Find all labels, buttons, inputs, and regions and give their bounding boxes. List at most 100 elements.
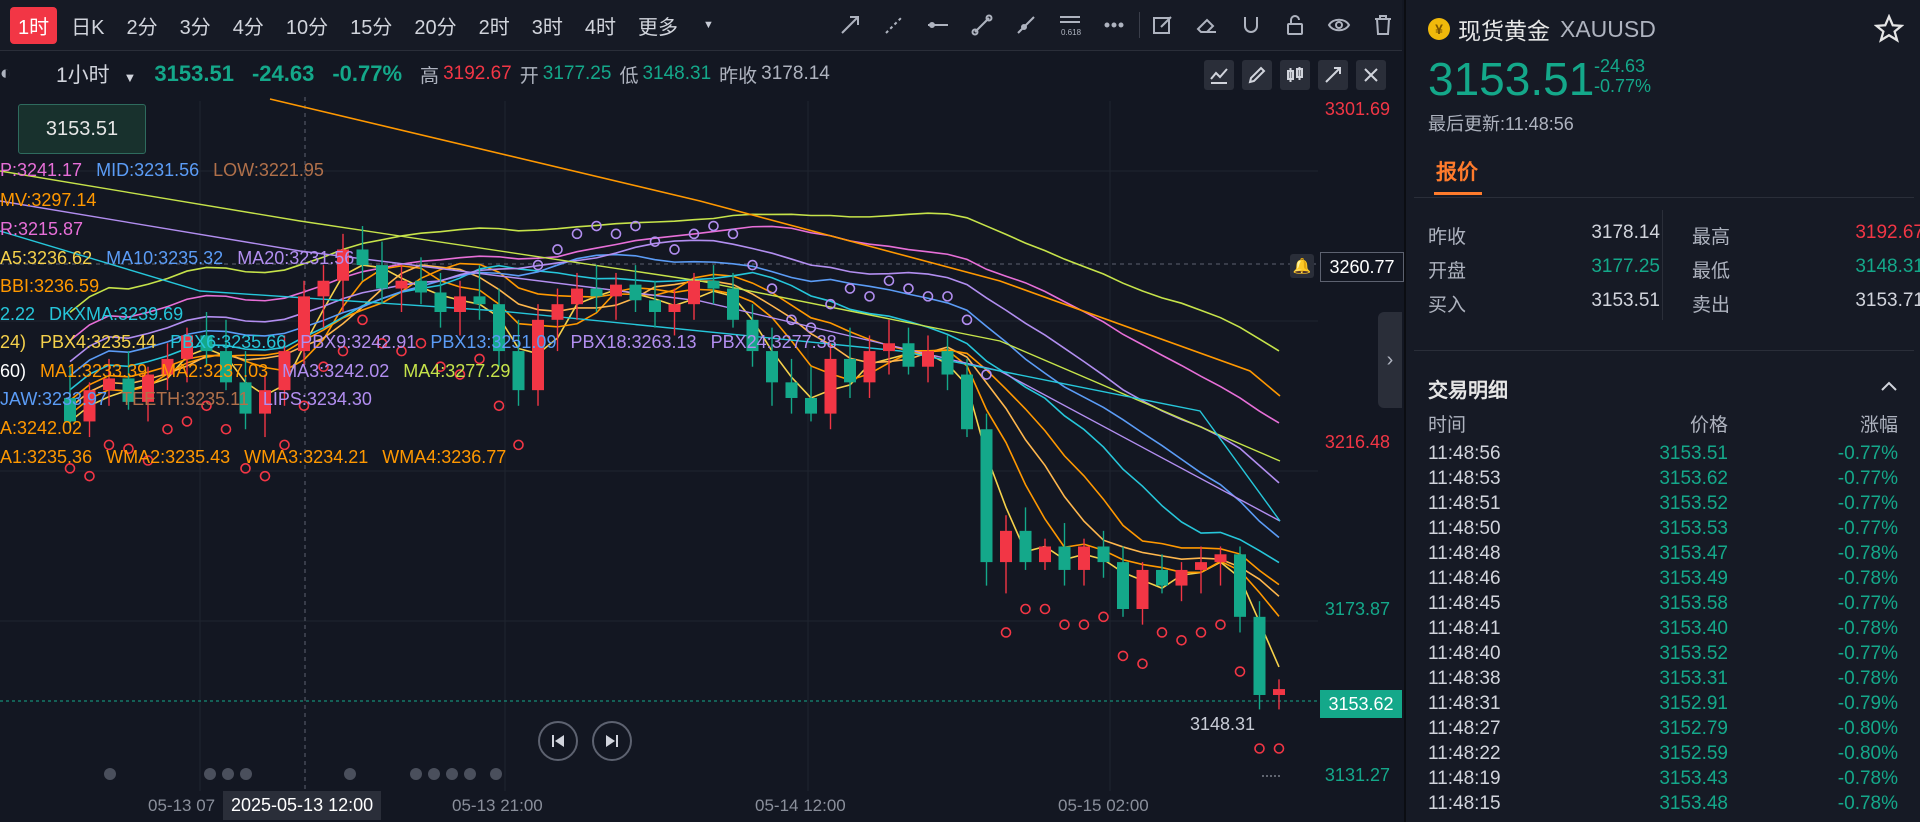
step-forward-button[interactable] [592,721,632,761]
event-marker-icon [446,768,458,780]
period-tabs: 1时 日K 2分 3分 4分 10分 15分 20分 2时 3时 4时 更多 ▼ [10,6,714,44]
magnet-icon[interactable] [1236,10,1266,40]
candle-body [629,284,642,301]
period-tab[interactable]: 15分 [350,11,392,40]
quote-value: 3153.71 [1855,290,1920,311]
period-tab[interactable]: 1时 [10,6,58,44]
candle-body [883,343,895,352]
low-marker-label: 3148.31 [1190,714,1256,734]
sar-dot [1000,627,1012,638]
quote-label: 昨收 [1428,227,1467,248]
step-back-button[interactable] [538,721,578,761]
eye-icon[interactable] [1324,10,1354,40]
trade-time: 11:48:51 [1428,493,1501,514]
time-axis[interactable]: 05-13 07 05-13 21:00 05-14 12:00 05-15 02:0… [0,790,1318,822]
trade-row: 11:48:15 3153.48 -0.78% [1428,793,1898,818]
indicator-value: MA3:3242.02 [282,361,390,381]
lock-icon[interactable] [1280,10,1310,40]
sar-dot [1234,666,1246,677]
indicator-legend-line: 60) MA1:3233.39 MA2:3237.03 MA3:3242.02 MA4:… [0,361,524,382]
indicator-value: A5:3236.62 [0,248,93,268]
indicator-legend-line: BBI:3236.59 [0,276,113,297]
period-tab[interactable]: 3分 [180,11,211,40]
indicator-legend-line: 24) PBX4:3235.44 PBX6:3235.66 PBX9:3242.91 P… [0,332,851,353]
trade-time: 11:48:22 [1428,743,1501,764]
alert-bell-icon[interactable]: 🔔 [1290,254,1314,278]
candle-body [571,288,583,305]
trade-change: -0.77% [1837,468,1898,489]
period-tab[interactable]: 4分 [233,11,264,40]
symbol-code: XAUUSD [1560,15,1656,42]
eraser-icon[interactable] [1192,10,1222,40]
star-icon[interactable] [1874,14,1904,44]
ray-line-icon[interactable] [1011,10,1041,40]
indicator-value: PBX9:3242.91 [300,332,417,352]
crosshair-date-label: 2025-05-13 12:00 [223,791,382,820]
candle-type-icon[interactable] [1280,60,1310,90]
period-tab[interactable]: 20分 [414,11,456,40]
horizontal-line-icon[interactable] [923,10,953,40]
price-tick: 3131.27 [1324,765,1390,785]
caret-down-icon: ▼ [702,19,714,31]
quote-value: 3178.14 [1591,222,1660,243]
prev-close-label: 昨收 [719,65,758,87]
info-change: -24.63 [251,61,315,86]
expand-panel-button[interactable]: › [1378,312,1402,408]
period-tab[interactable]: 更多 [638,11,678,40]
sar-dot [1039,603,1051,615]
period-tab[interactable]: 3时 [532,11,563,40]
trade-time: 11:48:19 [1428,768,1501,789]
panel-change: -24.63 -0.77% [1594,56,1651,96]
trade-change: -0.78% [1837,668,1898,689]
indicator-value: MA10:3235.32 [106,248,224,268]
trade-time: 11:48:56 [1428,443,1501,464]
sar-dot [181,416,193,427]
candle-body [902,343,915,367]
trade-price: 3153.48 [1659,793,1728,814]
toolbar-divider [1139,12,1140,38]
period-tab[interactable]: 2分 [126,11,157,40]
candle-body [727,288,739,320]
indicator-value: MA20:3231.56 [237,248,355,268]
open-label: 开 [519,65,539,87]
candle-body [610,284,622,297]
interval-select[interactable]: 1小时 ▼ [56,59,136,89]
candle-body [980,429,993,563]
fibonacci-icon[interactable]: 0.618 [1055,10,1085,40]
chevron-up-icon[interactable] [1878,376,1900,398]
period-tab[interactable]: 日K [71,11,104,40]
trash-icon[interactable] [1368,10,1398,40]
sar-dot [1195,627,1207,638]
period-tab[interactable]: 4时 [585,11,616,40]
more-tools-icon[interactable] [1099,10,1129,40]
quote-label: 最高 [1692,227,1731,248]
event-marker-icon [410,768,422,780]
dashed-line-icon[interactable] [879,10,909,40]
event-marker-icon [222,768,234,780]
period-tab[interactable]: 10分 [286,11,328,40]
period-tab[interactable]: 2时 [479,11,510,40]
panel-change-value: -24.63 [1594,56,1646,76]
pencil-icon[interactable] [1242,60,1272,90]
tab-quote[interactable]: 报价 [1436,156,1478,186]
indicator-value: MA1:3233.39 [40,361,148,381]
alert-line-price-tag[interactable]: 3260.77 [1320,252,1404,282]
sar-dot [1273,743,1285,754]
trade-change: -0.77% [1837,593,1898,614]
candle-body [454,296,466,313]
segment-line-icon[interactable] [967,10,997,40]
trade-row: 11:48:40 3153.52 -0.77% [1428,643,1898,668]
settings-icon[interactable]: ◐ [0,63,16,85]
sar-dot [1098,611,1109,623]
trade-price: 3153.51 [1659,443,1728,464]
indicator-icon[interactable] [1204,60,1234,90]
trade-time: 11:48:27 [1428,718,1501,739]
time-tick: 05-14 12:00 [755,796,846,815]
trade-time: 11:48:46 [1428,568,1501,589]
arrow-line-icon[interactable] [835,10,865,40]
panel-price: 3153.51 [1428,53,1595,105]
symbol-header: ¥ 现货黄金 XAUUSD [1428,14,1656,44]
interval-label: 1小时 [56,64,110,87]
edit-note-icon[interactable] [1148,10,1178,40]
candle-body [1136,569,1149,610]
